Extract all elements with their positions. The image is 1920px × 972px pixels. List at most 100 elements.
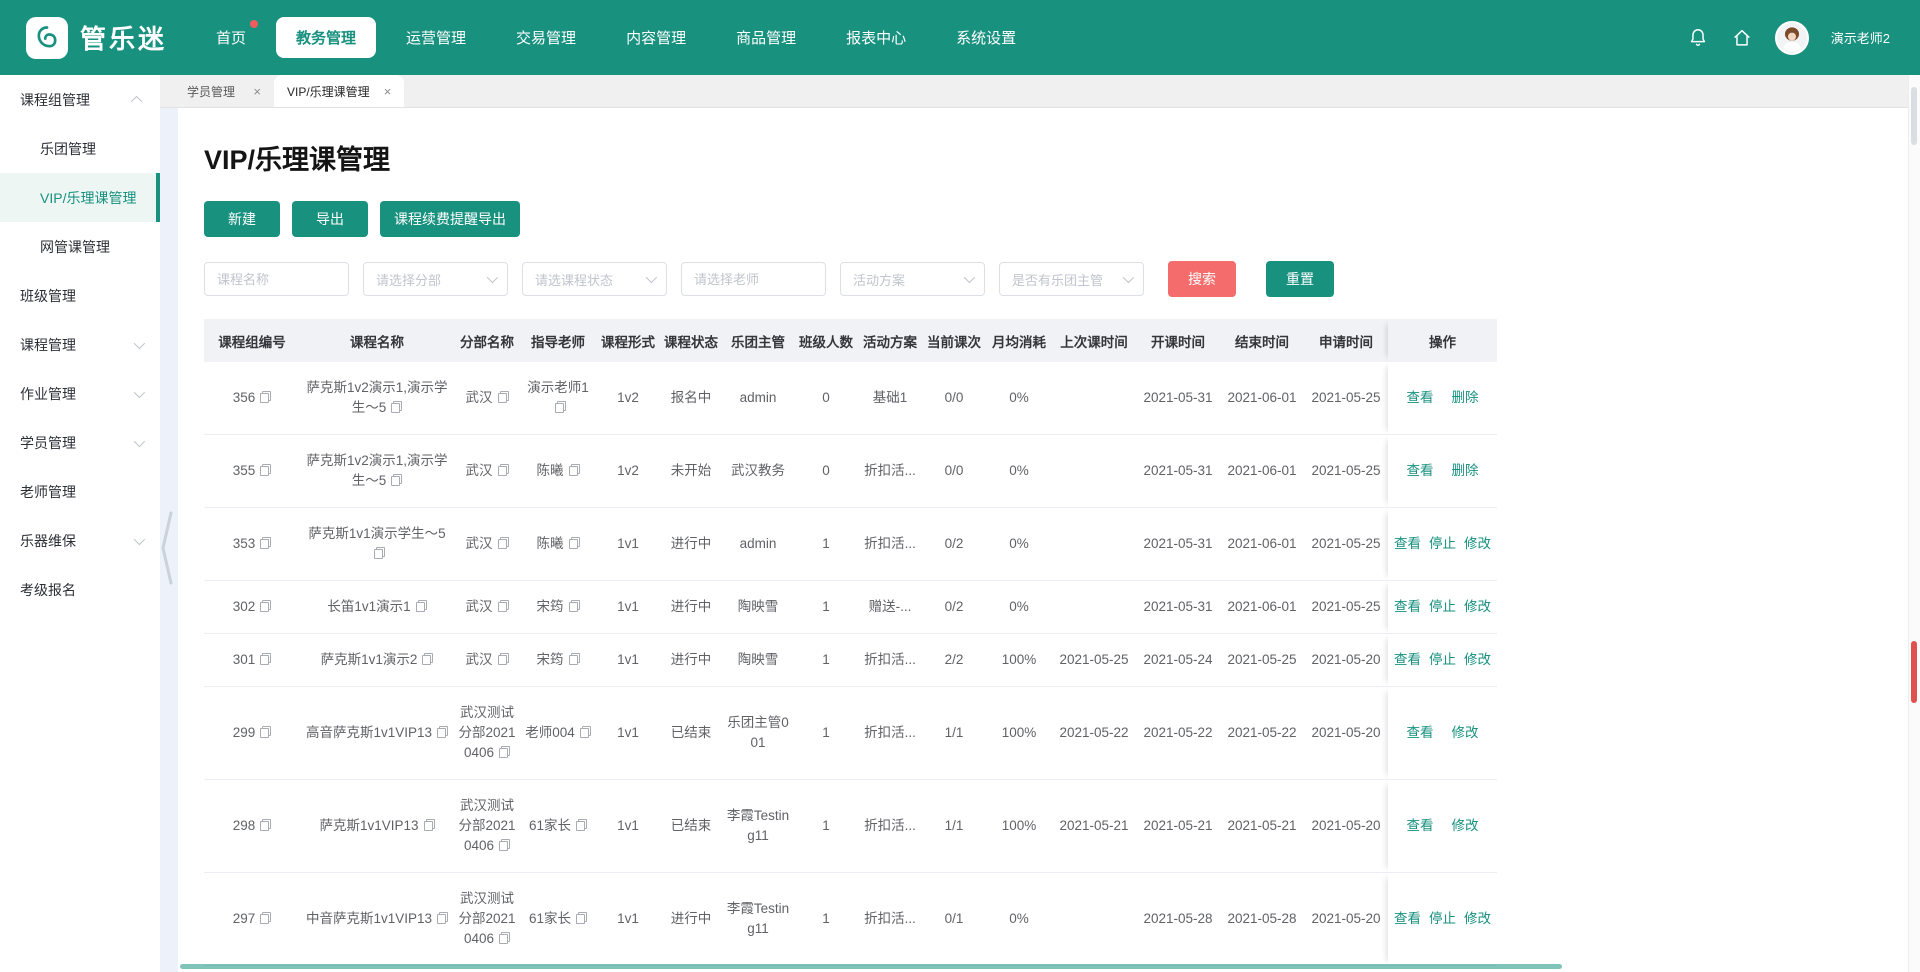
search-button[interactable]: 搜索 [1168, 261, 1236, 297]
copy-icon[interactable] [423, 819, 435, 831]
cell-leader: 武汉教务 [722, 434, 794, 508]
row-action-link[interactable]: 停止 [1429, 911, 1456, 926]
vertical-scrollbar-thumb[interactable] [1911, 87, 1917, 145]
row-action-link[interactable]: 删除 [1452, 390, 1479, 405]
copy-icon[interactable] [576, 912, 588, 924]
copy-icon[interactable] [260, 537, 272, 549]
copy-icon[interactable] [579, 726, 591, 738]
action-button[interactable]: 新建 [204, 201, 280, 237]
filter-bar: 请选择分部 请选课程状态 活动方案 是否有乐团主管 搜索重置 [204, 261, 1920, 297]
filter-input[interactable] [204, 262, 349, 296]
sidebar-item[interactable]: 网管课管理 [0, 222, 160, 271]
cell-monthly: 0% [986, 580, 1052, 634]
sidebar-item[interactable]: 课程管理 [0, 320, 160, 369]
copy-icon[interactable] [568, 653, 580, 665]
tab[interactable]: VIP/乐理课管理 × [274, 75, 405, 107]
nav-item[interactable]: 运营管理 [386, 17, 486, 58]
copy-icon[interactable] [260, 912, 272, 924]
copy-icon[interactable] [568, 600, 580, 612]
sidebar-item[interactable]: 作业管理 [0, 369, 160, 418]
nav-item[interactable]: 教务管理 [276, 17, 377, 58]
user-name[interactable]: 演示老师2 [1831, 28, 1890, 47]
filter-select[interactable]: 请选择分部 [363, 262, 508, 296]
nav-item[interactable]: 商品管理 [716, 17, 816, 58]
filter-select[interactable]: 请选课程状态 [522, 262, 667, 296]
row-action-link[interactable]: 停止 [1429, 652, 1456, 667]
row-action-link[interactable]: 查看 [1394, 599, 1421, 614]
copy-icon[interactable] [499, 839, 511, 851]
row-action-link[interactable]: 查看 [1394, 652, 1421, 667]
sidebar-item[interactable]: 班级管理 [0, 271, 160, 320]
tab-close-icon[interactable]: × [384, 85, 392, 98]
row-action-link[interactable]: 修改 [1452, 725, 1479, 740]
sidebar-collapse-handle[interactable] [158, 503, 176, 593]
copy-icon[interactable] [497, 391, 509, 403]
bell-icon[interactable] [1687, 27, 1709, 49]
copy-icon[interactable] [497, 464, 509, 476]
vertical-scroll-marker[interactable] [1911, 641, 1917, 703]
copy-icon[interactable] [568, 464, 580, 476]
copy-icon[interactable] [260, 391, 272, 403]
copy-icon[interactable] [260, 819, 272, 831]
copy-icon[interactable] [499, 746, 511, 758]
horizontal-scrollbar-thumb[interactable] [180, 964, 1562, 969]
nav-item[interactable]: 交易管理 [496, 17, 596, 58]
filter-placeholder: 请选择分部 [376, 272, 442, 288]
copy-icon[interactable] [437, 912, 449, 924]
row-action-link[interactable]: 查看 [1394, 911, 1421, 926]
action-button[interactable]: 课程续费提醒导出 [380, 201, 520, 237]
copy-icon[interactable] [260, 653, 272, 665]
copy-icon[interactable] [422, 653, 434, 665]
home-icon[interactable] [1731, 27, 1753, 49]
copy-icon[interactable] [260, 464, 272, 476]
copy-icon[interactable] [499, 932, 511, 944]
sidebar-item[interactable]: 考级报名 [0, 565, 160, 614]
sidebar-item[interactable]: 老师管理 [0, 467, 160, 516]
sidebar-item[interactable]: 学员管理 [0, 418, 160, 467]
sidebar-item[interactable]: VIP/乐理课管理 [0, 173, 160, 222]
copy-icon[interactable] [497, 600, 509, 612]
copy-icon[interactable] [568, 537, 580, 549]
copy-icon[interactable] [576, 819, 588, 831]
row-action-link[interactable]: 查看 [1407, 463, 1434, 478]
copy-icon[interactable] [437, 726, 449, 738]
sidebar-item[interactable]: 课程组管理 [0, 75, 160, 124]
copy-icon[interactable] [260, 726, 272, 738]
filter-select[interactable]: 活动方案 [840, 262, 985, 296]
row-action-link[interactable]: 删除 [1452, 463, 1479, 478]
row-action-link[interactable]: 查看 [1407, 390, 1434, 405]
reset-button[interactable]: 重置 [1266, 261, 1334, 297]
copy-icon[interactable] [497, 653, 509, 665]
sidebar-item[interactable]: 乐器维保 [0, 516, 160, 565]
sidebar-item[interactable]: 乐团管理 [0, 124, 160, 173]
row-action-link[interactable]: 修改 [1464, 599, 1491, 614]
row-action-link[interactable]: 修改 [1464, 652, 1491, 667]
row-action-link[interactable]: 停止 [1429, 536, 1456, 551]
row-action-link[interactable]: 查看 [1394, 536, 1421, 551]
copy-icon[interactable] [497, 537, 509, 549]
nav-item[interactable]: 首页 [196, 17, 266, 58]
copy-icon[interactable] [415, 600, 427, 612]
cell-end: 2021-05-28 [1220, 872, 1304, 966]
filter-input[interactable] [681, 262, 826, 296]
action-button[interactable]: 导出 [292, 201, 368, 237]
copy-icon[interactable] [391, 401, 403, 413]
tab-close-icon[interactable]: × [253, 85, 261, 98]
row-action-link[interactable]: 修改 [1464, 536, 1491, 551]
nav-item[interactable]: 报表中心 [826, 17, 926, 58]
avatar[interactable] [1774, 20, 1809, 55]
copy-icon[interactable] [374, 547, 385, 559]
row-action-link[interactable]: 停止 [1429, 599, 1456, 614]
row-action-link[interactable]: 修改 [1464, 911, 1491, 926]
nav-item[interactable]: 系统设置 [936, 17, 1036, 58]
row-action-link[interactable]: 查看 [1407, 725, 1434, 740]
copy-icon[interactable] [555, 401, 566, 413]
nav-item[interactable]: 内容管理 [606, 17, 706, 58]
vertical-scrollbar[interactable] [1908, 75, 1920, 972]
row-action-link[interactable]: 查看 [1407, 818, 1434, 833]
copy-icon[interactable] [391, 474, 403, 486]
copy-icon[interactable] [260, 600, 272, 612]
tab[interactable]: 学员管理 × [174, 75, 274, 107]
row-action-link[interactable]: 修改 [1452, 818, 1479, 833]
filter-select[interactable]: 是否有乐团主管 [999, 262, 1144, 296]
